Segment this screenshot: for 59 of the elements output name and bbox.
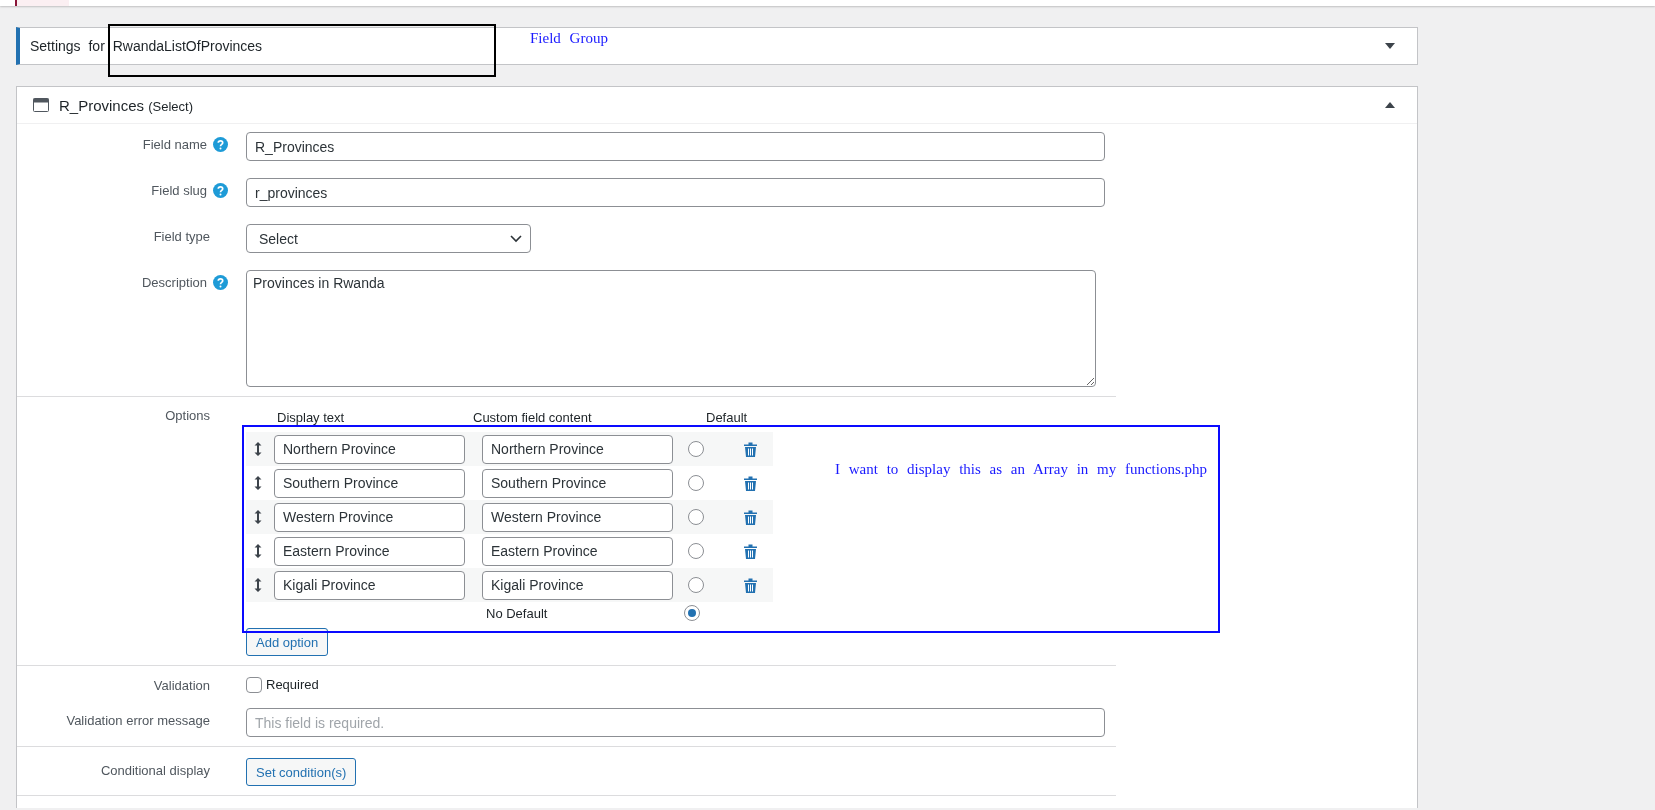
trash-icon[interactable] — [744, 475, 757, 491]
content-field[interactable]: Eastern Province — [482, 536, 673, 566]
trash-icon[interactable] — [744, 509, 757, 525]
content-field[interactable]: Southern Province — [482, 468, 673, 498]
column-header: Display text — [277, 409, 346, 425]
column-header: Custom field content — [473, 409, 593, 425]
annotation-note: I want to display this as an Array in my functions.php — [835, 461, 1208, 478]
drag-arrows-icon[interactable] — [253, 475, 263, 491]
field-title: R_Provinces (Select) — [59, 96, 194, 114]
required-checkbox[interactable]: Required — [246, 676, 319, 693]
display-text-field[interactable]: Western Province — [274, 502, 465, 532]
column-header: Default — [706, 409, 749, 425]
window-icon — [33, 98, 49, 112]
caret-up-icon[interactable] — [1385, 102, 1395, 108]
drag-arrows-icon[interactable] — [253, 577, 263, 593]
default-radio[interactable] — [688, 441, 704, 457]
caret-down-icon[interactable] — [1385, 43, 1395, 49]
chevron-down-icon — [510, 234, 522, 243]
field-label: Field slug — [151, 183, 207, 198]
field-panel-header[interactable]: R_Provinces (Select) — [17, 87, 1417, 124]
field-label: Validation — [153, 678, 210, 693]
help-icon[interactable] — [213, 275, 228, 290]
display-text-field[interactable]: Eastern Province — [274, 536, 465, 566]
field-label: Options — [165, 408, 210, 423]
description-field[interactable]: Provinces in Rwanda — [246, 270, 1096, 387]
error-message-field[interactable]: This field is required. — [246, 708, 1105, 737]
trash-icon[interactable] — [744, 577, 757, 593]
field-label: Field type — [153, 229, 210, 244]
field-label: Field name — [142, 137, 207, 152]
select-field[interactable]: Select — [246, 224, 531, 253]
set-condition-button[interactable]: Set condition(s) — [246, 758, 357, 786]
help-icon[interactable] — [213, 183, 228, 198]
default-radio[interactable] — [688, 475, 704, 491]
drag-arrows-icon[interactable] — [253, 543, 263, 559]
content-field[interactable]: Northern Province — [482, 434, 673, 464]
help-icon[interactable] — [213, 137, 228, 152]
display-text-field[interactable]: Southern Province — [274, 468, 465, 498]
trash-icon[interactable] — [744, 543, 757, 559]
default-radio[interactable] — [684, 605, 700, 621]
add-option-button[interactable]: Add option — [246, 628, 329, 656]
drag-arrows-icon[interactable] — [253, 441, 263, 457]
drag-arrows-icon[interactable] — [253, 509, 263, 525]
display-text-field[interactable]: Northern Province — [274, 434, 465, 464]
content-field[interactable]: Kigali Province — [482, 570, 673, 600]
text-field[interactable]: r_provinces — [246, 178, 1105, 207]
default-radio[interactable] — [688, 509, 704, 525]
field-label: Description — [141, 275, 207, 290]
trash-icon[interactable] — [744, 441, 757, 457]
no-default-label: No Default — [486, 605, 549, 621]
display-text-field[interactable]: Kigali Province — [274, 570, 465, 600]
field-label: Conditional display — [100, 763, 210, 778]
panel-title: Settings for RwandaListOfProvinces — [30, 38, 263, 54]
annotation-note: Field Group — [530, 30, 608, 47]
content-field[interactable]: Western Province — [482, 502, 673, 532]
field-label: Validation error message — [66, 713, 210, 728]
default-radio[interactable] — [688, 577, 704, 593]
default-radio[interactable] — [688, 543, 704, 559]
text-field[interactable]: R_Provinces — [246, 132, 1105, 161]
checkbox[interactable] — [246, 676, 262, 693]
